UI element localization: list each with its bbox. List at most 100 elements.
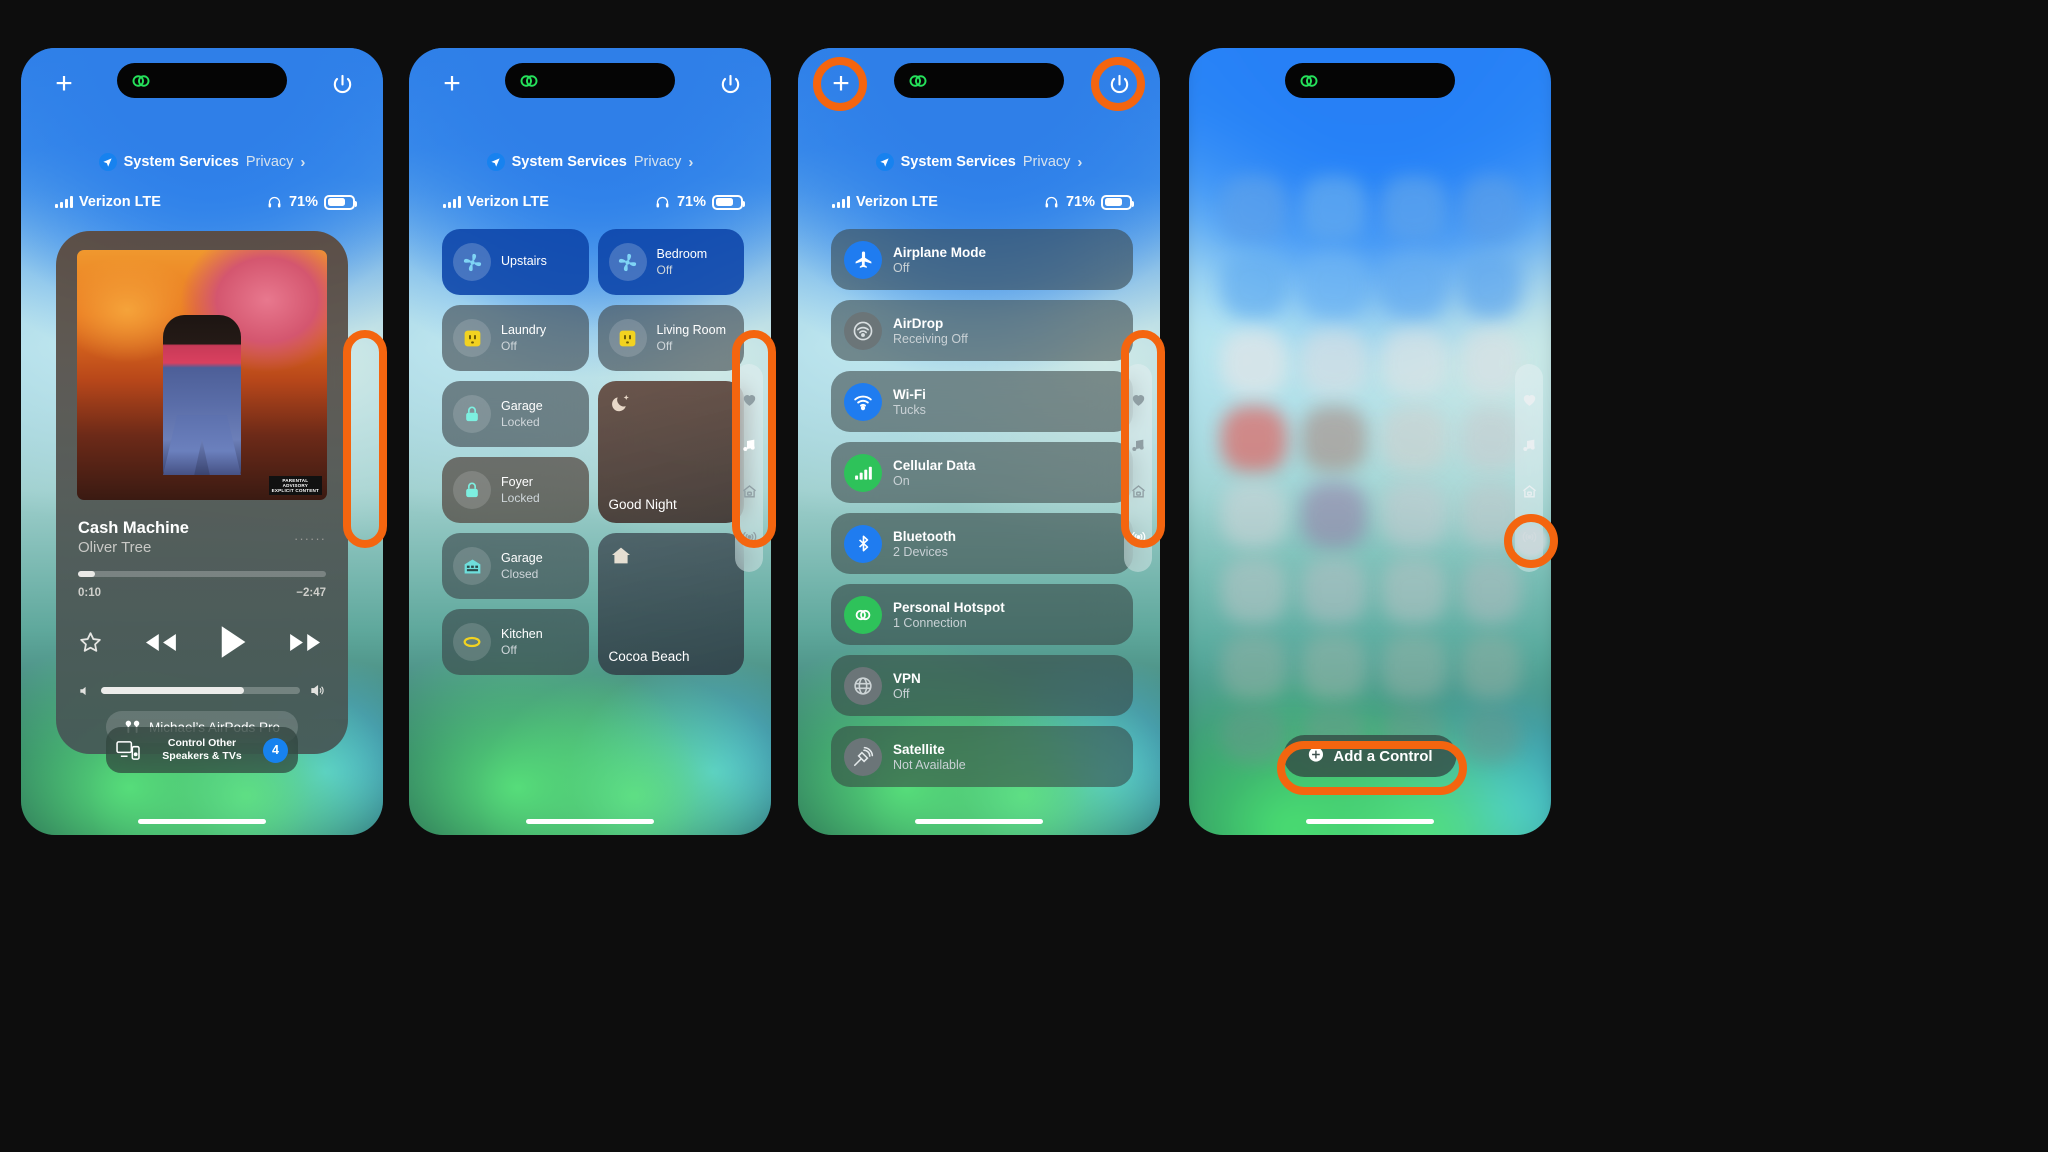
privacy-subtitle: Privacy xyxy=(1022,154,1071,170)
connectivity-row-satellite[interactable]: Satellite Not Available xyxy=(831,726,1133,787)
home-icon[interactable] xyxy=(1130,483,1147,500)
home-tile-upstairs[interactable]: Upstairs xyxy=(442,229,589,295)
connectivity-row-bluetooth[interactable]: Bluetooth 2 Devices xyxy=(831,513,1133,574)
row-label: VPN xyxy=(893,670,921,686)
battery-icon xyxy=(1101,194,1134,210)
heart-icon[interactable] xyxy=(1130,391,1147,408)
lock-icon xyxy=(453,395,491,433)
outlet-icon xyxy=(453,319,491,357)
track-title: Cash Machine xyxy=(78,519,189,537)
playback-scrubber[interactable] xyxy=(78,571,326,577)
home-indicator xyxy=(915,819,1043,824)
dynamic-island xyxy=(505,63,675,98)
add-a-control-button[interactable]: Add a Control xyxy=(1283,735,1457,777)
volume-slider[interactable] xyxy=(101,687,300,694)
row-state: 2 Devices xyxy=(893,544,948,559)
tile-label: Garage xyxy=(501,551,543,565)
phone-panel-connectivity: + System Services Privacy › Verizon LTE … xyxy=(798,48,1160,835)
connectivity-row-airdrop[interactable]: AirDrop Receiving Off xyxy=(831,300,1133,361)
tile-state: Closed xyxy=(501,567,539,581)
tile-label: Garage xyxy=(501,399,543,413)
connectivity-row-airplane-mode[interactable]: Airplane Mode Off xyxy=(831,229,1133,290)
control-other-speakers-button[interactable]: Control Other Speakers & TVs 4 xyxy=(106,727,298,773)
row-state: Off xyxy=(893,686,910,701)
add-control-plus-icon[interactable]: + xyxy=(826,69,856,99)
rewind-icon[interactable] xyxy=(140,629,181,656)
blurred-control-circle[interactable] xyxy=(1515,525,1547,557)
page-rail[interactable] xyxy=(1124,364,1152,572)
connectivity-row-personal-hotspot[interactable]: Personal Hotspot 1 Connection xyxy=(831,584,1133,645)
power-icon[interactable] xyxy=(327,69,357,99)
now-playing-card[interactable]: PARENTAL ADVISORY EXPLICIT CONTENT Cash … xyxy=(56,231,348,754)
music-note-icon[interactable] xyxy=(1521,437,1538,454)
home-tile-laundry[interactable]: Laundry Off xyxy=(442,305,589,371)
headphones-icon xyxy=(268,196,281,207)
satellite-icon xyxy=(844,737,882,776)
tile-label: Foyer xyxy=(501,475,533,489)
privacy-indicator[interactable]: System Services Privacy › xyxy=(21,153,383,171)
home-tile-living-room[interactable]: Living Room Off xyxy=(597,305,744,371)
add-control-plus-icon[interactable]: + xyxy=(49,69,79,99)
dynamic-island xyxy=(1285,63,1455,98)
row-label: Personal Hotspot xyxy=(893,599,1005,615)
carrier-label: Verizon LTE xyxy=(856,194,938,210)
page-rail[interactable] xyxy=(735,364,763,572)
headphones-icon xyxy=(1045,196,1058,207)
privacy-subtitle: Privacy xyxy=(633,154,682,170)
add-a-control-label: Add a Control xyxy=(1333,747,1433,765)
add-control-plus-icon[interactable]: + xyxy=(437,69,467,99)
home-tile-kitchen[interactable]: Kitchen Off xyxy=(442,609,589,675)
location-arrow-icon xyxy=(486,153,505,171)
link-icon xyxy=(909,74,927,87)
home-tile-garage-lock[interactable]: Garage Locked xyxy=(442,381,589,447)
speakers-count-badge: 4 xyxy=(263,737,288,763)
heart-icon[interactable] xyxy=(741,391,758,408)
heart-icon[interactable] xyxy=(1521,391,1538,408)
connectivity-row-cellular-data[interactable]: Cellular Data On xyxy=(831,442,1133,503)
row-state: On xyxy=(893,473,910,488)
volume-row[interactable] xyxy=(78,683,326,698)
fast-forward-icon[interactable] xyxy=(285,629,326,656)
connectivity-row-vpn[interactable]: VPN Off xyxy=(831,655,1133,716)
battery-icon xyxy=(324,194,357,210)
home-tile-foyer-lock[interactable]: Foyer Locked xyxy=(442,457,589,523)
tile-label: Kitchen xyxy=(501,627,543,641)
home-tile-bedroom[interactable]: Bedroom Off xyxy=(597,229,744,295)
privacy-indicator[interactable]: System Services Privacy › xyxy=(798,153,1160,171)
link-icon xyxy=(132,74,150,87)
home-tile-garage-door[interactable]: Garage Closed xyxy=(442,533,589,599)
privacy-indicator[interactable]: System Services Privacy › xyxy=(409,153,771,171)
light-icon xyxy=(453,623,491,661)
outlet-icon xyxy=(608,319,647,357)
garage-icon xyxy=(453,547,491,585)
power-icon[interactable] xyxy=(715,69,745,99)
track-artist: Oliver Tree xyxy=(78,539,152,556)
home-indicator xyxy=(1306,819,1434,824)
row-state: Tucks xyxy=(893,402,926,417)
privacy-title: System Services xyxy=(900,154,1016,170)
home-scene-cocoa-beach[interactable]: Cocoa Beach xyxy=(597,533,744,675)
broadcast-icon[interactable] xyxy=(1130,529,1147,546)
home-scene-good-night[interactable]: Good Night xyxy=(597,381,744,523)
home-icon[interactable] xyxy=(741,483,758,500)
row-label: Bluetooth xyxy=(893,528,956,544)
row-state: 1 Connection xyxy=(893,615,967,630)
status-bar: Verizon LTE 71% xyxy=(832,194,1134,210)
star-icon[interactable] xyxy=(78,630,103,655)
play-icon[interactable] xyxy=(218,624,248,660)
tile-state: Locked xyxy=(501,415,540,429)
signal-bars-icon xyxy=(55,196,73,208)
music-note-icon[interactable] xyxy=(1130,437,1147,454)
home-icon[interactable] xyxy=(1521,483,1538,500)
transport-controls xyxy=(78,616,326,668)
home-indicator xyxy=(526,819,654,824)
broadcast-icon[interactable] xyxy=(741,529,758,546)
link-icon xyxy=(520,74,538,87)
tile-state: Locked xyxy=(501,491,540,505)
connectivity-row-wifi[interactable]: Wi-Fi Tucks xyxy=(831,371,1133,432)
dynamic-island xyxy=(894,63,1064,98)
music-note-icon[interactable] xyxy=(741,437,758,454)
fan-icon xyxy=(608,243,647,281)
screenshot-stage: + System Services Privacy › Verizon LTE xyxy=(0,0,2048,1152)
power-icon[interactable] xyxy=(1104,69,1134,99)
